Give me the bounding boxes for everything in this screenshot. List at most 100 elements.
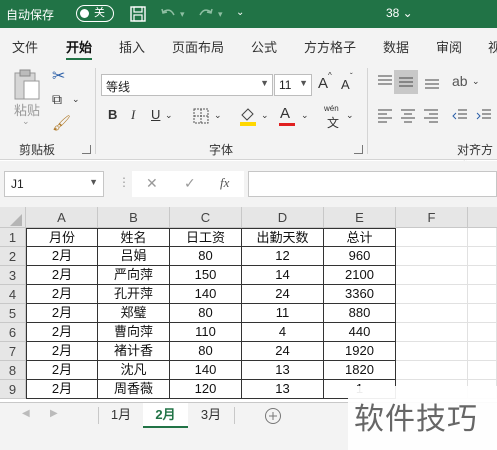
empty-cell[interactable]	[468, 228, 497, 247]
header-cell-a[interactable]: 月份	[26, 228, 98, 247]
data-cell-a[interactable]: 2月	[26, 304, 98, 323]
row-header-6[interactable]: 6	[0, 323, 26, 342]
borders-icon[interactable]	[193, 108, 209, 124]
data-cell-b[interactable]: 曹向萍	[98, 323, 170, 342]
tab-fangfang[interactable]: 方方格子	[304, 37, 356, 56]
empty-cell[interactable]	[468, 304, 497, 323]
data-cell-d[interactable]: 12	[242, 247, 324, 266]
row-header-3[interactable]: 3	[0, 266, 26, 285]
data-cell-a[interactable]: 2月	[26, 323, 98, 342]
tab-view[interactable]: 视	[488, 37, 497, 56]
fill-color-dropdown-icon[interactable]: ⌄	[261, 110, 269, 121]
data-cell-d[interactable]: 14	[242, 266, 324, 285]
borders-dropdown-icon[interactable]: ⌄	[214, 110, 222, 121]
tab-file[interactable]: 文件	[12, 37, 38, 56]
font-launcher-icon[interactable]	[354, 145, 363, 154]
data-cell-a[interactable]: 2月	[26, 285, 98, 304]
next-sheet-icon[interactable]: ▶	[50, 408, 58, 419]
row-header-9[interactable]: 9	[0, 380, 26, 399]
empty-cell[interactable]	[396, 228, 468, 247]
empty-cell[interactable]	[396, 361, 468, 380]
increase-indent-icon[interactable]	[476, 109, 492, 123]
add-sheet-icon[interactable]	[264, 407, 282, 425]
data-cell-c[interactable]: 120	[170, 380, 242, 399]
italic-button[interactable]: I	[131, 107, 135, 123]
data-cell-c[interactable]: 80	[170, 247, 242, 266]
sheet-tab-jan[interactable]: 1月	[100, 403, 142, 428]
format-painter-icon[interactable]: 🖌	[52, 114, 71, 132]
tab-insert[interactable]: 插入	[119, 37, 145, 56]
enter-icon[interactable]: ✓	[184, 175, 196, 192]
align-middle-button[interactable]	[394, 70, 418, 94]
row-header-5[interactable]: 5	[0, 304, 26, 323]
phonetic-icon-top[interactable]: wén	[324, 104, 339, 113]
row-header-4[interactable]: 4	[0, 285, 26, 304]
align-right-icon[interactable]	[423, 109, 439, 123]
bold-button[interactable]: B	[108, 107, 117, 122]
data-cell-e[interactable]: 440	[324, 323, 396, 342]
empty-cell[interactable]	[396, 342, 468, 361]
data-cell-c[interactable]: 140	[170, 361, 242, 380]
column-header-e[interactable]: E	[324, 207, 396, 228]
align-left-icon[interactable]	[377, 109, 393, 123]
data-cell-a[interactable]: 2月	[26, 380, 98, 399]
column-header-g[interactable]	[468, 207, 497, 228]
autosave-toggle[interactable]: 关	[76, 5, 114, 22]
data-cell-d[interactable]: 13	[242, 361, 324, 380]
data-cell-e[interactable]: 3360	[324, 285, 396, 304]
font-size-select[interactable]: 11 ▼	[274, 74, 312, 96]
orientation-icon[interactable]: ab	[452, 73, 468, 89]
formula-input[interactable]	[248, 171, 497, 197]
row-header-7[interactable]: 7	[0, 342, 26, 361]
empty-cell[interactable]	[396, 323, 468, 342]
sheet-tab-mar[interactable]: 3月	[190, 403, 232, 428]
data-cell-c[interactable]: 140	[170, 285, 242, 304]
header-cell-e[interactable]: 总计	[324, 228, 396, 247]
underline-dropdown-icon[interactable]: ⌄	[165, 110, 173, 121]
row-header-1[interactable]: 1	[0, 228, 26, 247]
data-cell-c[interactable]: 80	[170, 342, 242, 361]
tab-data[interactable]: 数据	[383, 37, 409, 56]
row-header-8[interactable]: 8	[0, 361, 26, 380]
copy-dropdown-icon[interactable]: ⌄	[72, 94, 80, 105]
tab-page-layout[interactable]: 页面布局	[172, 37, 224, 56]
phonetic-icon[interactable]: 文	[327, 114, 339, 131]
cancel-icon[interactable]: ✕	[146, 175, 158, 192]
data-cell-b[interactable]: 褚计香	[98, 342, 170, 361]
column-header-b[interactable]: B	[98, 207, 170, 228]
redo-dropdown-icon[interactable]: ▾	[218, 9, 238, 29]
data-cell-b[interactable]: 郑璧	[98, 304, 170, 323]
empty-cell[interactable]	[396, 285, 468, 304]
data-cell-a[interactable]: 2月	[26, 247, 98, 266]
font-shrink-icon[interactable]: A	[341, 77, 350, 92]
clipboard-launcher-icon[interactable]	[82, 145, 91, 154]
data-cell-a[interactable]: 2月	[26, 361, 98, 380]
data-cell-e[interactable]: 1820	[324, 361, 396, 380]
data-cell-d[interactable]: 24	[242, 342, 324, 361]
data-cell-e[interactable]: 880	[324, 304, 396, 323]
empty-cell[interactable]	[468, 323, 497, 342]
prev-sheet-icon[interactable]: ◀	[22, 408, 30, 419]
insert-function-icon[interactable]: fx	[220, 175, 229, 191]
empty-cell[interactable]	[468, 266, 497, 285]
data-cell-d[interactable]: 11	[242, 304, 324, 323]
tab-review[interactable]: 审阅	[436, 37, 462, 56]
paste-dropdown-icon[interactable]: ⌄	[22, 116, 30, 127]
paste-icon[interactable]	[12, 68, 42, 102]
empty-cell[interactable]	[468, 342, 497, 361]
font-color-dropdown-icon[interactable]: ⌄	[301, 110, 309, 121]
decrease-indent-icon[interactable]	[452, 109, 468, 123]
empty-cell[interactable]	[468, 361, 497, 380]
align-top-icon[interactable]	[377, 74, 393, 90]
empty-cell[interactable]	[396, 304, 468, 323]
data-cell-e[interactable]: 1920	[324, 342, 396, 361]
copy-icon[interactable]: ⧉	[52, 91, 62, 108]
data-cell-a[interactable]: 2月	[26, 266, 98, 285]
customize-toolbar-icon[interactable]: ⌄	[236, 7, 256, 27]
data-cell-b[interactable]: 孔开萍	[98, 285, 170, 304]
save-icon[interactable]	[128, 4, 148, 24]
data-cell-d[interactable]: 13	[242, 380, 324, 399]
redo-icon[interactable]	[196, 4, 216, 24]
tab-formulas[interactable]: 公式	[251, 37, 277, 56]
underline-button[interactable]: U	[151, 107, 160, 122]
